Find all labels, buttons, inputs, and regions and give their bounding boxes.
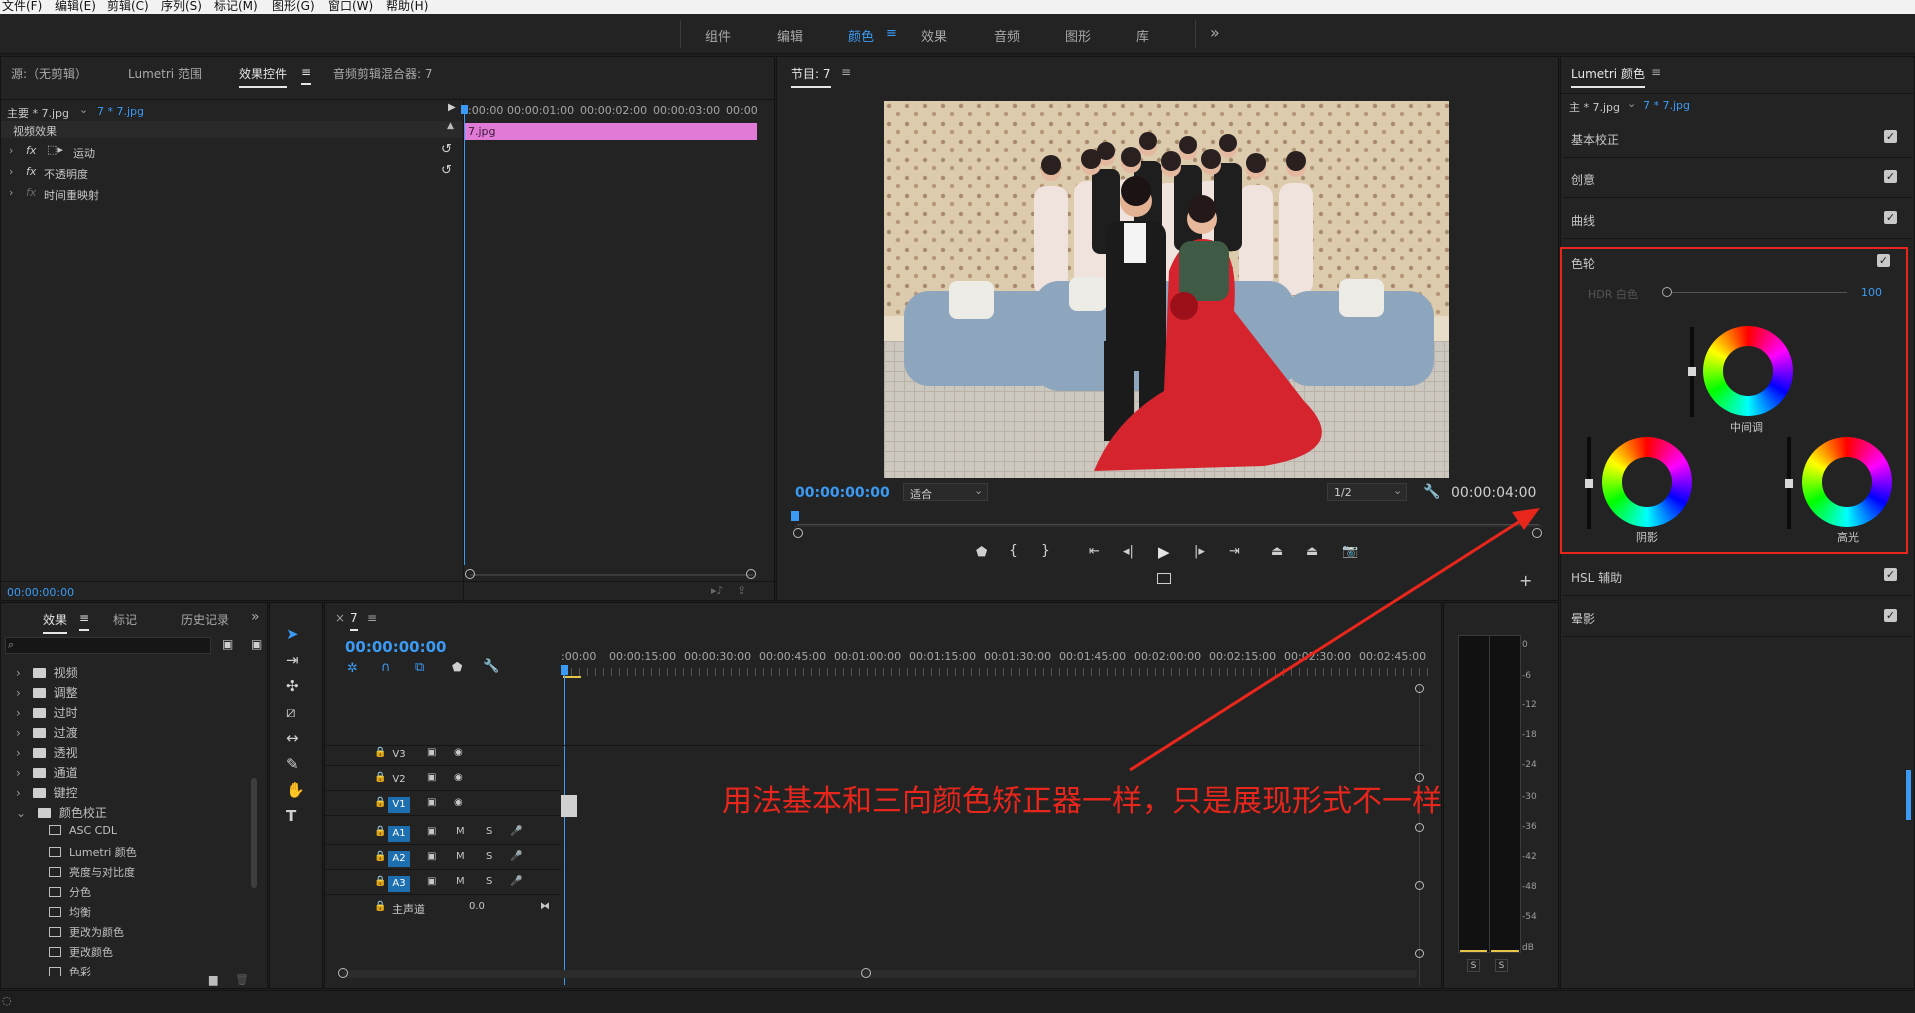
annotation-arrow	[1129, 508, 1540, 772]
annotation-text: 用法基本和三向颜色矫正器一样，只是展现形式不一样	[722, 784, 1442, 819]
